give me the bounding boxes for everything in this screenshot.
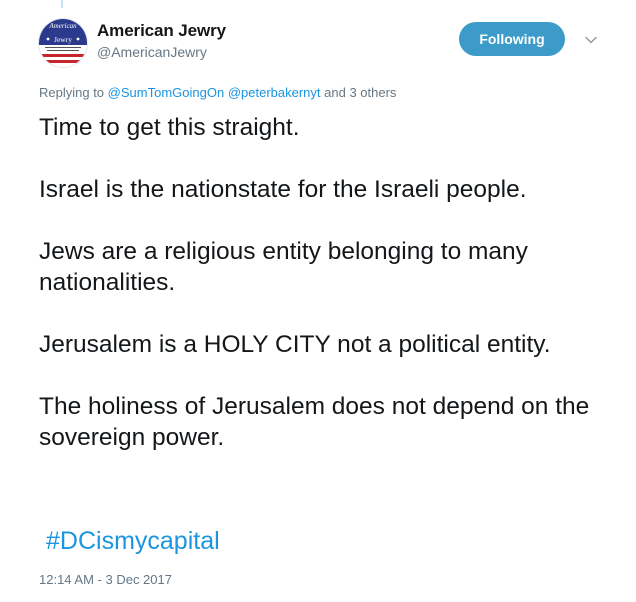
replying-to-line: Replying to @SumTomGoingOn @peterbakerny… [39,85,396,100]
tweet-timestamp[interactable]: 12:14 AM - 3 Dec 2017 [39,572,172,587]
replying-suffix[interactable]: and 3 others [324,85,396,100]
more-options-button[interactable] [583,32,599,48]
mention-link[interactable]: @peterbakernyt [228,85,321,100]
avatar[interactable]: American Jewry [38,18,88,68]
hashtag-link[interactable]: #DCismycapital [46,527,220,556]
following-button[interactable]: Following [459,22,565,56]
tweet-paragraph: Time to get this straight. [39,114,300,141]
replying-prefix: Replying to [39,85,105,100]
chevron-down-icon [585,36,597,44]
tweet-paragraph: Jerusalem is a HOLY CITY not a political… [39,331,551,358]
tweet-paragraph: Jews are a religious entity belonging to… [39,238,528,296]
avatar-text-top: American [48,22,77,30]
american-jewry-logo-icon: American Jewry [39,19,87,67]
author-name[interactable]: American Jewry [97,21,226,41]
thread-connector-line [61,0,63,8]
tweet-paragraph: The holiness of Jerusalem does not depen… [39,393,590,451]
avatar-text-banner: Jewry [54,35,72,44]
tweet-header: American Jewry American Jewry @AmericanJ… [38,18,636,68]
mention-link[interactable]: @SumTomGoingOn [108,85,225,100]
tweet-text: Time to get this straight. Israel is the… [39,112,609,484]
tweet-paragraph: Israel is the nationstate for the Israel… [39,176,527,203]
author-handle[interactable]: @AmericanJewry [97,44,207,60]
